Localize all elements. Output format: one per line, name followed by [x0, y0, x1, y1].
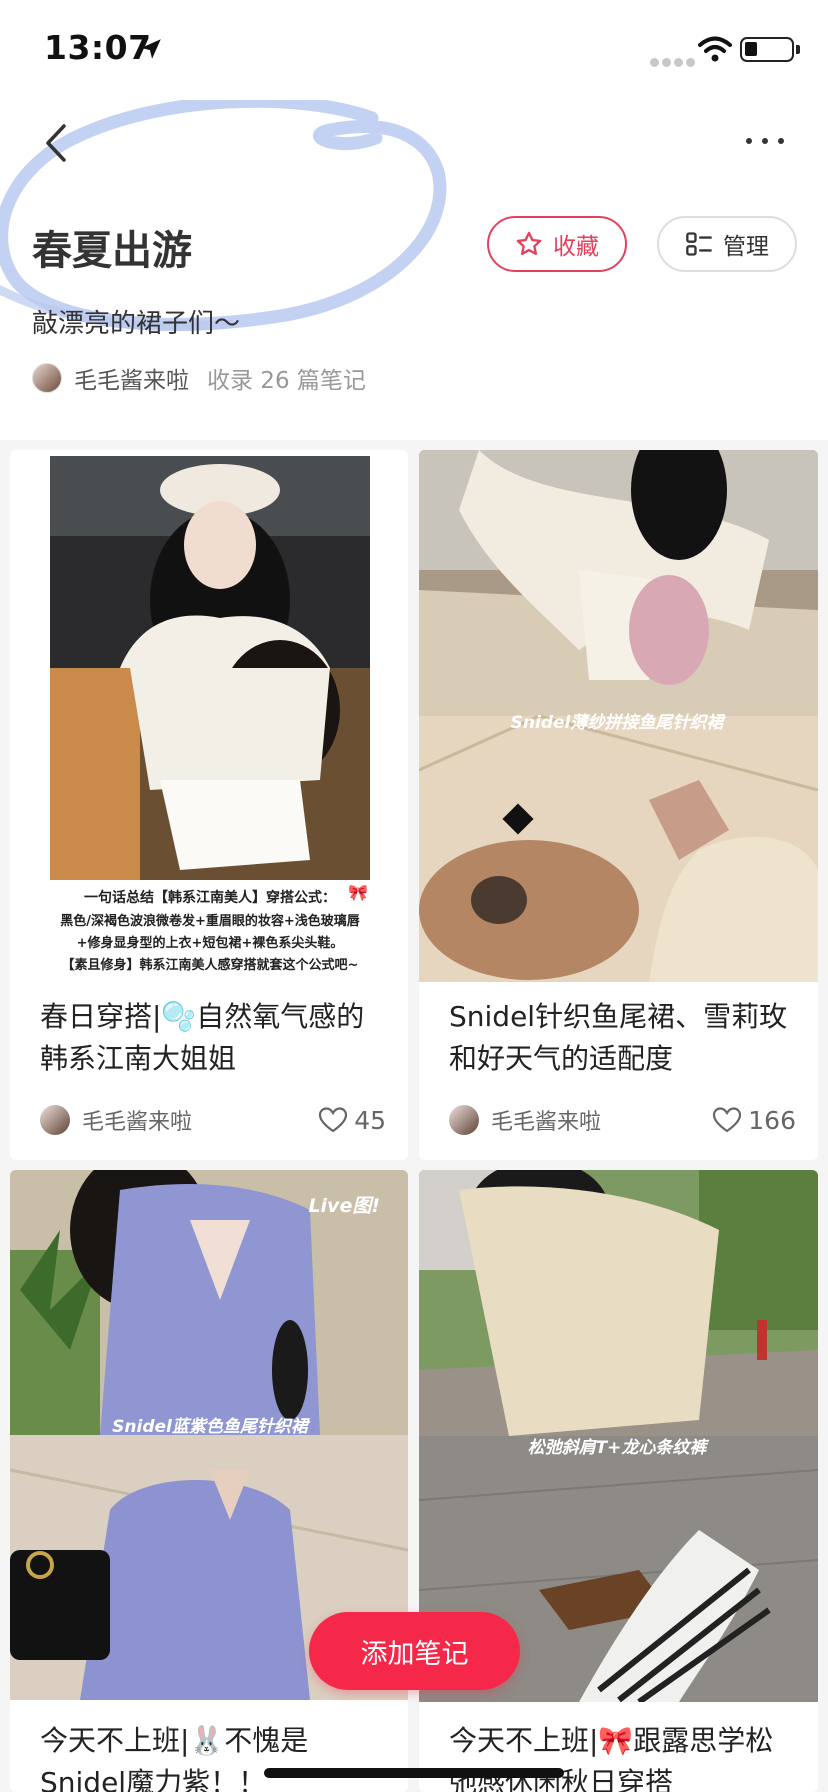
- overlay-text: 松弛斜肩T+龙心条纹裤: [528, 1438, 710, 1458]
- overlay-text: Snidel蓝紫色鱼尾针织裙: [112, 1417, 311, 1437]
- avatar[interactable]: [40, 1105, 70, 1135]
- signal-icon: [650, 52, 698, 71]
- like-button[interactable]: 45: [318, 1106, 386, 1135]
- back-button[interactable]: [36, 118, 76, 168]
- note-cover-image: Snidel薄纱拼接鱼尾针织裙: [419, 450, 818, 982]
- overlay-line-3: +修身显身型的上衣+短包裙+裸色系尖头鞋。: [77, 935, 344, 951]
- note-count: 收录 26 篇笔记: [207, 368, 366, 394]
- status-time: 13:07: [44, 28, 152, 67]
- note-cover-image: 🎀 一句话总结【韩系江南美人】穿搭公式： 黑色/深褐色波浪微卷发+重眉眼的妆容+…: [10, 450, 408, 978]
- note-meta: 毛毛酱来啦 166: [449, 1102, 796, 1138]
- like-count: 45: [354, 1105, 386, 1135]
- note-author[interactable]: 毛毛酱来啦: [491, 1104, 712, 1136]
- live-badge: Live图!: [308, 1195, 380, 1217]
- svg-text:🎀: 🎀: [348, 883, 368, 902]
- overlay-line-4: 【素且修身】韩系江南美人感穿搭就套这个公式吧~: [62, 957, 359, 973]
- board-description: 敲漂亮的裙子们～: [32, 309, 241, 339]
- like-button[interactable]: 166: [712, 1106, 796, 1135]
- location-arrow-icon: [141, 39, 161, 59]
- favorite-button[interactable]: 收藏: [487, 216, 627, 272]
- favorite-label: 收藏: [553, 234, 599, 260]
- app-root: 13:07 春夏出游 敲漂亮的裙子们～ 毛毛酱来啦 收录 26 篇笔记 收藏 管…: [0, 0, 828, 1792]
- note-meta: 毛毛酱来啦 45: [40, 1102, 386, 1138]
- home-indicator: [264, 1768, 564, 1778]
- note-caption[interactable]: 春日穿搭|🫧自然氧气感的韩系江南大姐姐: [40, 996, 378, 1080]
- board-header: 春夏出游 敲漂亮的裙子们～ 毛毛酱来啦 收录 26 篇笔记 收藏 管理: [0, 100, 828, 440]
- author-row: 毛毛酱来啦 收录 26 篇笔记: [32, 360, 366, 396]
- battery-icon: [740, 37, 800, 62]
- avatar[interactable]: [32, 363, 62, 393]
- note-caption[interactable]: Snidel针织鱼尾裙、雪莉玫和好天气的适配度: [449, 996, 788, 1080]
- note-caption[interactable]: 今天不上班|🎀跟露思学松弛感休闲秋日穿搭: [449, 1720, 788, 1792]
- overlay-line-2: 黑色/深褐色波浪微卷发+重眉眼的妆容+浅色玻璃唇: [60, 913, 361, 929]
- overlay-text: Snidel薄纱拼接鱼尾针织裙: [511, 713, 727, 733]
- note-card-3[interactable]: Snidel蓝紫色鱼尾针织裙 Live图! 今天不上班|🐰不愧是Snidel魔力…: [10, 1170, 408, 1792]
- note-card-4[interactable]: 松弛斜肩T+龙心条纹裤 今天不上班|🎀跟露思学松弛感休闲秋日穿搭: [419, 1170, 818, 1792]
- note-card-1[interactable]: 🎀 一句话总结【韩系江南美人】穿搭公式： 黑色/深褐色波浪微卷发+重眉眼的妆容+…: [10, 450, 408, 1160]
- page-title: 春夏出游: [32, 228, 192, 274]
- note-card-2[interactable]: Snidel薄纱拼接鱼尾针织裙 Snidel针织鱼尾裙、雪莉玫和好天气的适配度 …: [419, 450, 818, 1160]
- wifi-icon: [698, 36, 732, 62]
- manage-button[interactable]: 管理: [657, 216, 797, 272]
- overlay-line-1: 一句话总结【韩系江南美人】穿搭公式：: [84, 889, 336, 906]
- manage-label: 管理: [723, 234, 769, 260]
- grid-list-icon: [686, 232, 712, 256]
- avatar[interactable]: [449, 1105, 479, 1135]
- add-note-button[interactable]: 添加笔记: [309, 1612, 520, 1690]
- heart-icon: [319, 1107, 348, 1133]
- author-name[interactable]: 毛毛酱来啦: [74, 361, 189, 395]
- more-options-button[interactable]: [740, 126, 790, 156]
- note-author[interactable]: 毛毛酱来啦: [82, 1104, 318, 1136]
- heart-icon: [713, 1107, 742, 1133]
- status-bar: 13:07: [0, 0, 828, 100]
- note-caption[interactable]: 今天不上班|🐰不愧是Snidel魔力紫！！: [40, 1720, 378, 1792]
- star-icon: [516, 231, 542, 256]
- like-count: 166: [748, 1105, 796, 1135]
